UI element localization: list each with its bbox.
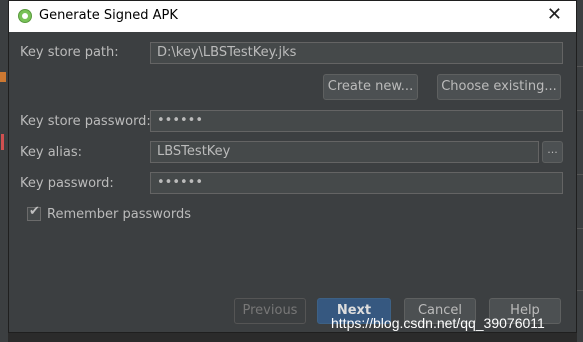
ide-marker-icon	[0, 72, 6, 82]
create-new-button[interactable]: Create new...	[323, 74, 418, 100]
remember-passwords-checkbox[interactable]: ✔	[27, 204, 41, 221]
checkmark-icon: ✔	[29, 204, 40, 219]
key-store-password-field[interactable]: ••••••	[150, 110, 563, 132]
choose-existing-button[interactable]: Choose existing...	[437, 74, 561, 100]
previous-button[interactable]: Previous	[234, 298, 306, 324]
key-password-label: Key password:	[20, 176, 114, 191]
ide-background-right	[577, 0, 583, 342]
close-icon[interactable]: ✕	[547, 5, 562, 25]
android-studio-icon	[18, 9, 32, 23]
key-alias-field[interactable]: LBSTestKey	[150, 141, 539, 163]
browse-alias-button[interactable]: ...	[542, 141, 563, 163]
source-watermark: https://blog.csdn.net/qq_39076011	[331, 315, 545, 331]
dialog-title: Generate Signed APK	[39, 8, 178, 23]
key-store-password-label: Key store password:	[20, 114, 151, 129]
remember-passwords-label[interactable]: Remember passwords	[47, 207, 191, 222]
key-password-field[interactable]: ••••••	[150, 172, 563, 194]
ide-error-marker-icon	[1, 134, 4, 150]
key-alias-label: Key alias:	[20, 145, 83, 160]
key-store-path-field[interactable]: D:\key\LBSTestKey.jks	[150, 42, 563, 64]
generate-signed-apk-dialog: Generate Signed APK ✕ Key store path: D:…	[8, 0, 577, 333]
ide-background-left	[0, 0, 8, 342]
dialog-titlebar: Generate Signed APK ✕	[9, 1, 576, 32]
key-store-path-label: Key store path:	[20, 45, 119, 60]
